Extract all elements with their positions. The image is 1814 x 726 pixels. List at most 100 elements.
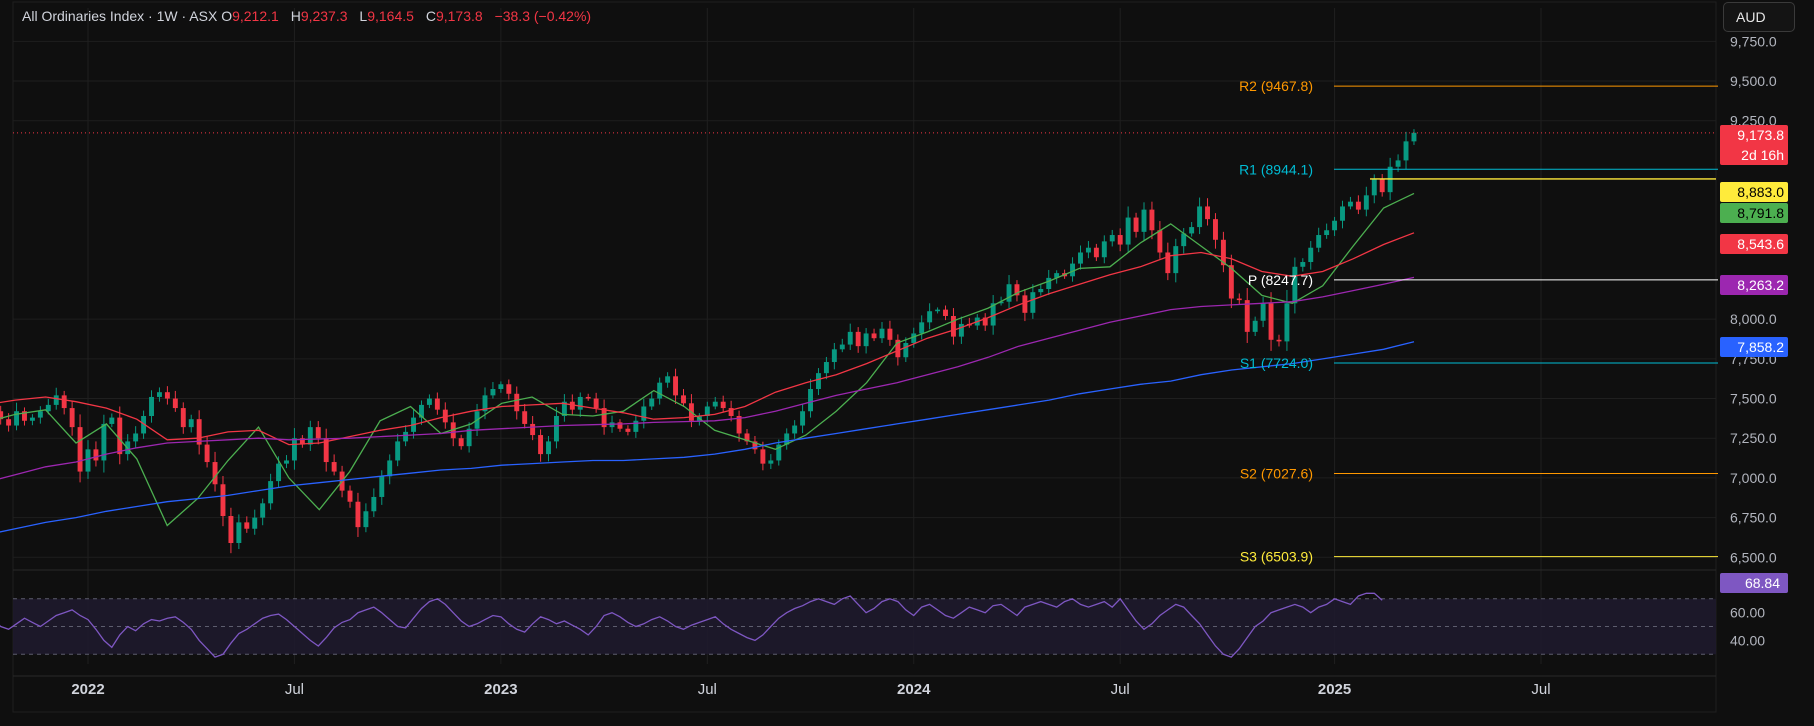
candle-body [149,396,154,417]
candle-body [307,427,313,445]
candle-body [212,462,218,485]
candle-body [1213,219,1218,240]
candle-body [665,376,671,383]
candle-body [69,408,75,428]
currency-button[interactable]: AUD [1723,2,1795,32]
candle-body [1411,132,1417,142]
candle-body [1141,209,1147,232]
time-tick-label: Jul [1111,681,1130,698]
candle-body [93,449,99,461]
time-axis: 2022 Jul 2023 Jul 2024 Jul 2025 Jul [13,675,1716,698]
candle-body [1403,141,1409,161]
candle-body [1149,209,1155,231]
candle-body [1268,303,1274,340]
pivot-levels: R3 (10104.2)R2 (9467.8)R1 (8944.1)P (824… [1239,78,1718,565]
candle-body [958,323,964,337]
rsi-badge-value: 68.84 [1745,575,1780,591]
candle-body [808,389,813,412]
pivot-label: S1 (7724.0) [1240,355,1313,371]
candle-body [641,406,647,421]
time-tick-label: 2025 [1318,681,1351,698]
candle-body [1340,206,1345,221]
candle-body [1244,300,1250,332]
candle-body [522,411,528,424]
candle-body [1316,235,1322,248]
price-badge-value: 8,791.8 [1737,205,1784,221]
candle-body [681,395,686,404]
candle-body [577,396,583,410]
candle-body [1117,235,1123,245]
candle-body [1236,298,1242,301]
candle-body [530,423,536,436]
price-chart[interactable]: R3 (10104.2)R2 (9467.8)R1 (8944.1)P (824… [0,0,1814,726]
candle-body [1022,295,1028,313]
candle-body [768,460,774,464]
candle-body [1324,230,1330,236]
candle-body [935,309,941,312]
candle-body [426,398,432,405]
candle-body [792,425,798,434]
candle-body [498,384,504,390]
candle-body [1093,247,1099,258]
pivot-label: S3 (6503.9) [1240,549,1313,565]
candle-body [950,315,956,337]
candle-body [911,333,917,343]
candle-body [514,393,520,412]
candle-body [1133,217,1139,232]
candle-body [1109,235,1115,242]
candle-body [458,438,464,447]
pivot-label: P (8247.7) [1248,272,1313,288]
price-tick-label: 9,500.0 [1730,73,1777,89]
candle-body [760,449,766,464]
rsi-panel: 60.00 40.00 68.84 [0,569,1788,658]
candle-body [379,476,385,497]
chart-window: R3 (10104.2)R2 (9467.8)R1 (8944.1)P (824… [0,0,1814,726]
rsi-tick-label: 40.00 [1730,632,1765,648]
pivot-label: S2 (7027.6) [1240,466,1313,482]
candle-body [943,309,948,316]
candle-body [553,416,559,442]
candle-body [1101,241,1107,258]
candle-body [252,517,258,529]
candle-body [1038,289,1044,293]
time-tick-label: 2024 [897,681,931,698]
candle-body [1395,160,1401,167]
candle-body [657,382,663,399]
candle-body [204,444,210,463]
candle-body [712,401,718,407]
candle-body [823,362,829,374]
candle-body [593,398,599,409]
candle-body [284,460,289,464]
candle-body [347,490,353,502]
price-badge-value: 9,173.8 [1737,127,1784,143]
time-tick-label: 2023 [484,681,517,698]
candle-body [839,344,845,350]
price-tick-label: 7,250.0 [1730,430,1777,446]
candle-body [188,419,194,428]
candle-body [1284,303,1290,342]
time-tick-label: Jul [698,681,717,698]
candle-body [363,511,369,528]
candle-body [53,395,59,405]
candle-body [6,419,12,426]
symbol-title[interactable]: All Ordinaries Index · 1W · ASX [22,8,217,24]
price-tick-label: 6,500.0 [1730,549,1777,565]
candle-body [331,462,337,472]
candle-body [133,433,139,442]
candle-body [1125,217,1131,245]
candle-body [395,441,401,461]
price-badge-countdown: 2d 16h [1741,147,1784,163]
candle-body [220,484,226,517]
candle-body [77,427,83,472]
candle-body [855,331,861,347]
candle-body [244,522,250,529]
candle-body [1260,303,1266,321]
close-value: 9,173.8 [435,8,483,24]
candle-body [156,392,162,397]
candle-body [37,411,43,418]
candle-body [1173,246,1179,274]
candle-body [268,481,274,504]
candle-body [816,373,821,390]
price-badge-value: 8,543.6 [1737,236,1784,252]
close-label: C [425,8,436,24]
